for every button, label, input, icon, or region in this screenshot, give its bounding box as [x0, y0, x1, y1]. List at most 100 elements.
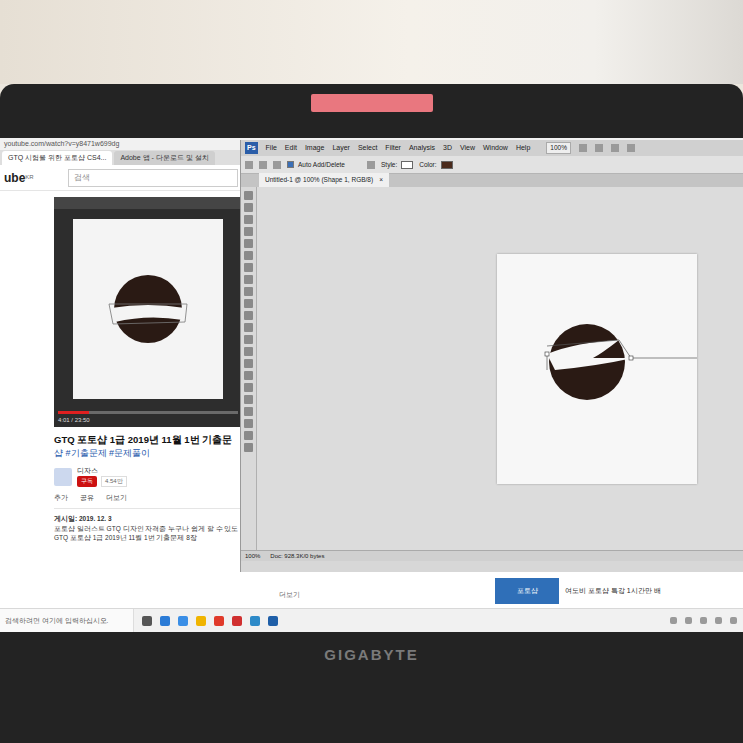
related-video[interactable]: 포토샵 여도비 포토샵 특강 1시간만 배 — [495, 578, 743, 604]
workspace-icon[interactable] — [595, 144, 603, 152]
menu-item[interactable]: Analysis — [409, 143, 435, 154]
tool-icon[interactable] — [244, 191, 253, 200]
menu-item[interactable]: Image — [305, 143, 324, 154]
pen-tool-icon[interactable] — [245, 161, 253, 169]
app-icon[interactable] — [178, 616, 188, 626]
document-tabs: Untitled-1 @ 100% (Shape 1, RGB/8) × — [241, 174, 743, 187]
tool-icon[interactable] — [244, 227, 253, 236]
search-field[interactable]: 검색 — [68, 169, 238, 187]
youtube-logo[interactable]: ubeKR — [4, 169, 34, 187]
tool-icon[interactable] — [244, 347, 253, 356]
zoom-field[interactable]: 100% — [546, 142, 571, 154]
photoshop-logo[interactable]: Ps — [245, 142, 258, 155]
menu-item[interactable]: Filter — [385, 143, 401, 154]
tool-icon[interactable] — [244, 263, 253, 272]
action-button[interactable]: 공유 — [80, 493, 94, 504]
tool-icon[interactable] — [244, 215, 253, 224]
auto-add-checkbox[interactable] — [287, 161, 294, 168]
tool-icon[interactable] — [244, 251, 253, 260]
app-icon[interactable] — [160, 616, 170, 626]
menu-item[interactable]: Select — [358, 143, 377, 154]
tool-icon[interactable] — [244, 287, 253, 296]
tool-icon[interactable] — [244, 419, 253, 428]
status-zoom[interactable]: 100% — [245, 552, 260, 561]
tray-icon[interactable] — [715, 617, 722, 624]
tool-icon[interactable] — [244, 407, 253, 416]
tool-icon[interactable] — [244, 359, 253, 368]
channel-row: 디자스 구독 4.54만 — [54, 466, 241, 488]
app-icon[interactable] — [232, 616, 242, 626]
tray-icon[interactable] — [685, 617, 692, 624]
related-title[interactable]: 여도비 포토샵 특강 1시간만 배 — [565, 586, 661, 597]
menu-bar: Ps File Edit Image Layer Select Filter Analysi… — [241, 140, 743, 156]
app-icon[interactable] — [250, 616, 260, 626]
circle-shape-icon — [103, 264, 193, 354]
progress-track[interactable] — [58, 411, 238, 414]
action-button[interactable]: 더보기 — [106, 493, 127, 504]
video-frame — [54, 209, 242, 409]
menu-item[interactable]: Window — [483, 143, 508, 154]
workspace-icon[interactable] — [579, 144, 587, 152]
video-tags[interactable]: 샵 #기출문제 #문제풀이 — [54, 447, 241, 461]
shape-mode-icon[interactable] — [259, 161, 267, 169]
video-frame-bar — [54, 197, 242, 209]
action-button[interactable]: 추가 — [54, 493, 68, 504]
path-mode-icon[interactable] — [273, 161, 281, 169]
subscribe-button[interactable]: 구독 — [77, 476, 97, 487]
color-swatch[interactable] — [441, 161, 453, 169]
browser-tab[interactable]: Adobe 앱 - 다운로드 및 설치 — [114, 151, 214, 166]
tool-icon[interactable] — [244, 239, 253, 248]
tool-icon[interactable] — [244, 323, 253, 332]
document-tab[interactable]: Untitled-1 @ 100% (Shape 1, RGB/8) × — [259, 173, 389, 187]
tray-icon[interactable] — [670, 617, 677, 624]
menu-item[interactable]: 3D — [443, 143, 452, 154]
auto-add-label: Auto Add/Delete — [298, 160, 345, 170]
app-icon[interactable] — [214, 616, 224, 626]
canvas-area — [257, 187, 743, 550]
action-row: 추가 공유 더보기 — [54, 493, 241, 509]
workspace-icon[interactable] — [627, 144, 635, 152]
photoshop-window: Ps File Edit Image Layer Select Filter Analysi… — [240, 140, 743, 572]
menu-item[interactable]: File — [266, 143, 277, 154]
style-option[interactable]: Style: — [381, 160, 413, 170]
tool-icon[interactable] — [244, 395, 253, 404]
taskbar: 검색하려면 여기에 입력하십시오. — [0, 608, 743, 632]
combine-icon[interactable] — [367, 161, 375, 169]
description-line: GTQ 포토샵 1급 2019년 11월 1번 기출문제 8장 — [54, 533, 241, 543]
close-tab-button[interactable]: × — [379, 175, 383, 185]
more-link[interactable]: 더보기 — [279, 590, 300, 600]
toolbox — [241, 187, 257, 550]
workspace — [241, 187, 743, 550]
status-bar: 100% Doc: 928.3K/0 bytes — [241, 550, 743, 561]
document-canvas[interactable] — [497, 254, 697, 484]
tool-icon[interactable] — [244, 443, 253, 452]
workspace-icon[interactable] — [611, 144, 619, 152]
tray-icon[interactable] — [730, 617, 737, 624]
channel-name[interactable]: 디자스 — [77, 466, 127, 477]
description: 게시일: 2019. 12. 3 포토샵 일러스트 GTQ 디자인 자격증 누구… — [54, 514, 241, 543]
color-option[interactable]: Color: — [419, 160, 452, 170]
tool-icon[interactable] — [244, 431, 253, 440]
tray-icon[interactable] — [700, 617, 707, 624]
taskbar-search[interactable]: 검색하려면 여기에 입력하십시오. — [0, 609, 134, 633]
tool-icon[interactable] — [244, 383, 253, 392]
menu-item[interactable]: View — [460, 143, 475, 154]
video-player[interactable]: 4:01 / 23:50 — [54, 197, 242, 427]
channel-avatar-icon[interactable] — [54, 468, 72, 486]
tool-icon[interactable] — [244, 311, 253, 320]
tool-icon[interactable] — [244, 371, 253, 380]
auto-add-option[interactable]: Auto Add/Delete — [287, 160, 345, 170]
menu-item[interactable]: Help — [516, 143, 530, 154]
menu-item[interactable]: Layer — [332, 143, 350, 154]
browser-tab[interactable]: GTQ 시험을 위한 포토샵 CS4... — [2, 151, 112, 166]
app-icon[interactable] — [142, 616, 152, 626]
app-icon[interactable] — [268, 616, 278, 626]
tool-icon[interactable] — [244, 203, 253, 212]
menu-item[interactable]: Edit — [285, 143, 297, 154]
tool-icon[interactable] — [244, 275, 253, 284]
related-thumbnail[interactable]: 포토샵 — [495, 578, 559, 604]
tool-icon[interactable] — [244, 299, 253, 308]
style-swatch[interactable] — [401, 161, 413, 169]
tool-icon[interactable] — [244, 335, 253, 344]
app-icon[interactable] — [196, 616, 206, 626]
